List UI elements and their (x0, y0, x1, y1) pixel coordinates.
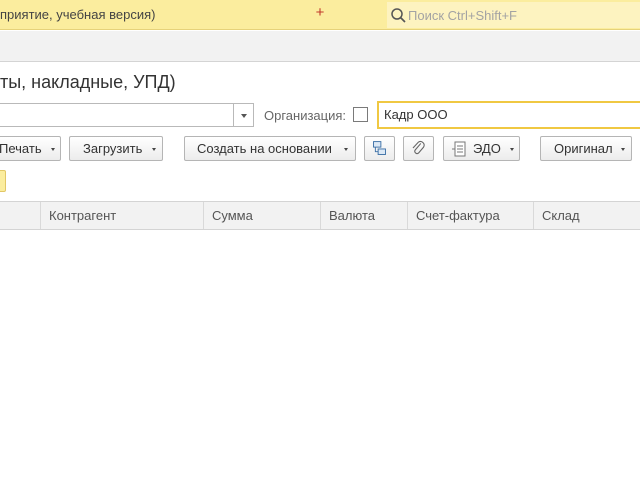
print-button-label: Печать (0, 141, 42, 156)
attach-button[interactable] (403, 136, 434, 161)
structure-icon (373, 141, 386, 155)
edo-icon (452, 141, 466, 157)
create-based-on-label: Создать на основании (197, 141, 332, 156)
filter-combo-input[interactable] (0, 103, 234, 127)
dropdown-arrow-icon (51, 148, 55, 151)
load-button[interactable]: Загрузить (69, 136, 163, 161)
global-search[interactable] (387, 2, 640, 28)
chevron-down-icon (241, 114, 247, 118)
table-body (0, 231, 640, 480)
load-button-label: Загрузить (83, 141, 143, 156)
edo-button[interactable]: ЭДО (443, 136, 520, 161)
original-button-label: Оригинал (554, 141, 613, 156)
title-bar: приятие, учебная версия) + (0, 0, 640, 30)
dropdown-arrow-icon (152, 148, 156, 151)
column-header-currency[interactable]: Валюта (320, 202, 407, 229)
paperclip-icon (412, 141, 425, 155)
original-button[interactable]: Оригинал (540, 136, 632, 161)
column-header-counterparty[interactable]: Контрагент (40, 202, 203, 229)
column-header-warehouse[interactable]: Склад (533, 202, 640, 229)
organization-checkbox[interactable] (353, 107, 368, 122)
table-header: Контрагент Сумма Валюта Счет-фактура Скл… (0, 201, 640, 230)
structure-button[interactable] (364, 136, 395, 161)
create-based-on-button[interactable]: Создать на основании (184, 136, 356, 161)
organization-field[interactable]: Кадр ООО (377, 101, 640, 129)
search-input[interactable] (408, 4, 633, 26)
page-title: ты, накладные, УПД) (0, 72, 176, 92)
dropdown-arrow-icon (510, 148, 514, 151)
panel-strip (0, 31, 640, 62)
plus-icon[interactable]: + (314, 5, 326, 21)
organization-label: Организация: (264, 108, 347, 123)
dropdown-arrow-icon (344, 148, 348, 151)
search-icon (391, 8, 406, 23)
dropdown-arrow-icon (621, 148, 625, 151)
column-header-invoice[interactable]: Счет-фактура (407, 202, 533, 229)
app-title: приятие, учебная версия) (0, 7, 156, 22)
column-header-amount[interactable]: Сумма (203, 202, 320, 229)
filter-combo-dropdown-button[interactable] (233, 103, 254, 127)
info-badge[interactable] (0, 170, 6, 192)
print-button[interactable]: Печать (0, 136, 61, 161)
edo-button-label: ЭДО (473, 141, 501, 156)
